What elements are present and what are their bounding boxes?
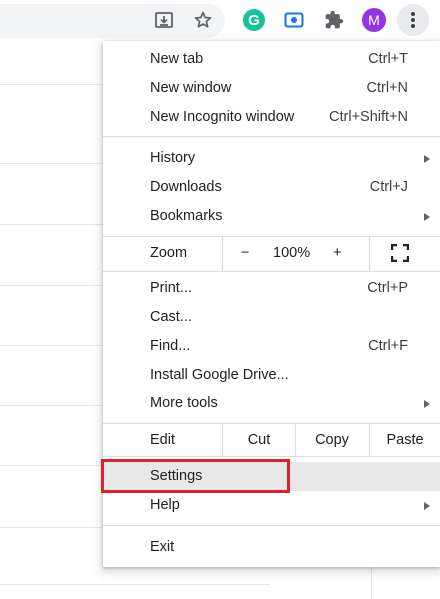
page-divider: [0, 285, 103, 286]
menu-item-new-incognito-window[interactable]: New Incognito window Ctrl+Shift+N: [103, 103, 440, 132]
menu-separator: [222, 237, 223, 271]
menu-separator: [369, 237, 370, 271]
menu-separator: [103, 456, 440, 457]
menu-item-new-window[interactable]: New window Ctrl+N: [103, 74, 440, 103]
menu-item-label: Install Google Drive...: [150, 367, 289, 383]
fullscreen-icon: [390, 243, 410, 263]
extensions-puzzle-icon[interactable]: [322, 8, 346, 32]
submenu-arrow-icon: [424, 213, 430, 221]
paste-button[interactable]: Paste: [370, 426, 440, 455]
menu-zoom-row: Zoom: [103, 239, 440, 268]
menu-item-history[interactable]: History: [103, 144, 440, 173]
more-menu-button[interactable]: [397, 4, 429, 36]
menu-item-shortcut: Ctrl+F: [368, 338, 408, 354]
menu-item-label: Cast...: [150, 309, 192, 325]
page-divider: [371, 567, 372, 599]
page-divider: [0, 84, 103, 85]
page-divider: [0, 163, 103, 164]
browser-toolbar: G M: [0, 0, 440, 40]
menu-item-shortcut: Ctrl+N: [366, 80, 409, 96]
menu-item-cast[interactable]: Cast...: [103, 303, 440, 332]
page-divider: [0, 465, 103, 466]
page-divider: [0, 224, 103, 225]
submenu-arrow-icon: [424, 502, 430, 510]
avatar-letter: M: [362, 8, 386, 32]
menu-item-label: History: [150, 150, 196, 166]
menu-item-downloads[interactable]: Downloads Ctrl+J: [103, 173, 440, 202]
menu-separator: [103, 423, 440, 424]
zoom-label: Zoom: [150, 245, 188, 261]
menu-item-shortcut: Ctrl+Shift+N: [329, 109, 408, 125]
menu-item-label: Exit: [150, 539, 175, 555]
menu-item-label: New tab: [150, 51, 204, 67]
menu-item-label: Print...: [150, 280, 192, 296]
menu-item-print[interactable]: Print... Ctrl+P: [103, 274, 440, 303]
menu-separator: [103, 136, 440, 137]
menu-item-exit[interactable]: Exit: [103, 533, 440, 562]
menu-item-new-tab[interactable]: New tab Ctrl+T: [103, 45, 440, 74]
menu-item-label: New Incognito window: [150, 109, 295, 125]
menu-item-shortcut: Ctrl+T: [368, 51, 408, 67]
submenu-arrow-icon: [424, 400, 430, 408]
zoom-level: 100%: [273, 245, 311, 261]
menu-item-shortcut: Ctrl+J: [369, 179, 408, 195]
submenu-arrow-icon: [424, 155, 430, 163]
page-divider: [0, 345, 103, 346]
zoom-in-button[interactable]: +: [333, 239, 341, 268]
menu-item-label: Downloads: [150, 179, 222, 195]
menu-item-label: Bookmarks: [150, 208, 223, 224]
cut-button[interactable]: Cut: [223, 426, 295, 455]
menu-item-label: More tools: [150, 395, 218, 411]
menu-item-install-google-drive[interactable]: Install Google Drive...: [103, 361, 440, 390]
page-divider: [0, 527, 103, 528]
grammarly-icon[interactable]: G: [242, 8, 266, 32]
screen-capture-icon[interactable]: [282, 8, 306, 32]
menu-separator: [103, 271, 440, 272]
menu-item-help[interactable]: Help: [103, 491, 440, 520]
profile-avatar[interactable]: M: [362, 8, 386, 32]
menu-separator: [103, 236, 440, 237]
edit-label: Edit: [150, 432, 175, 448]
fullscreen-button[interactable]: [390, 243, 410, 267]
menu-item-label: Find...: [150, 338, 191, 354]
menu-item-bookmarks[interactable]: Bookmarks: [103, 202, 440, 231]
grammarly-letter: G: [243, 9, 265, 31]
menu-item-find[interactable]: Find... Ctrl+F: [103, 332, 440, 361]
menu-item-more-tools[interactable]: More tools: [103, 389, 440, 418]
menu-item-label: New window: [150, 80, 232, 96]
install-page-icon[interactable]: [152, 8, 176, 32]
page-divider: [0, 584, 270, 585]
zoom-out-button[interactable]: −: [241, 239, 249, 268]
page-divider: [0, 405, 103, 406]
bookmark-star-icon[interactable]: [191, 8, 215, 32]
more-menu-icon: [411, 12, 415, 28]
menu-separator: [103, 525, 440, 526]
settings-highlight-annotation: [101, 459, 290, 493]
menu-item-shortcut: Ctrl+P: [367, 280, 408, 296]
copy-button[interactable]: Copy: [296, 426, 368, 455]
menu-item-label: Help: [150, 497, 180, 513]
